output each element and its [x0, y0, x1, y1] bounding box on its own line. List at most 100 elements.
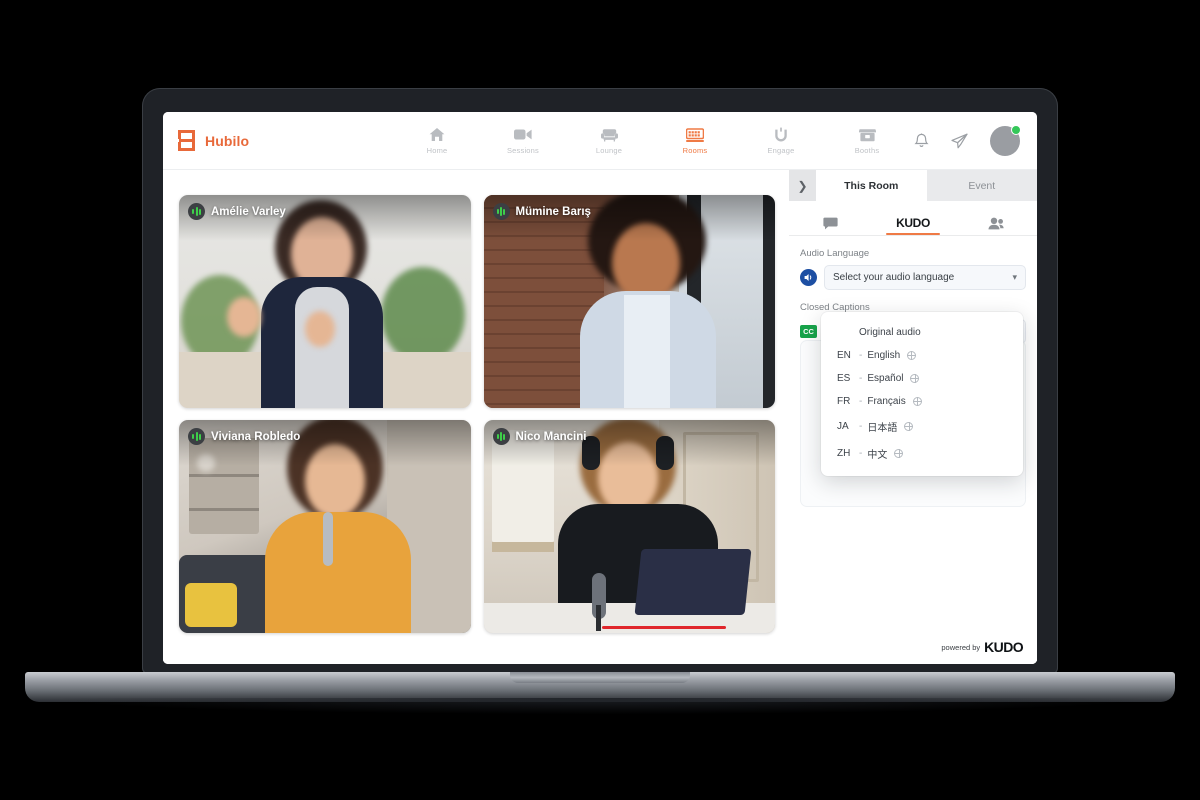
language-name: 日本語 — [867, 423, 898, 434]
side-panel: ❯ This Room Event KUDO Audio Language Se… — [789, 170, 1037, 664]
nav-label-lounge: Lounge — [595, 146, 623, 155]
laptop-base-notch — [510, 672, 690, 683]
video-stage: Amélie Varley Mümine Barış Viviana Roble… — [163, 170, 789, 664]
chevron-down-icon: ▾ — [1012, 272, 1017, 282]
participants-icon — [988, 217, 1004, 230]
globe-icon — [904, 422, 914, 431]
nav-label-sessions: Sessions — [506, 146, 540, 155]
avatar[interactable] — [990, 124, 1021, 156]
globe-icon — [907, 351, 917, 360]
kudo-logo-text: KUDO — [896, 216, 930, 230]
video-tile[interactable]: Amélie Varley — [179, 195, 471, 408]
tile-name-badge: Amélie Varley — [188, 203, 286, 220]
language-dash: - — [859, 373, 863, 384]
bell-icon[interactable] — [914, 133, 929, 149]
nav-item-rooms[interactable]: Rooms — [672, 126, 718, 155]
video-tile[interactable]: Viviana Robledo — [179, 420, 471, 633]
laptop-base-shadow — [60, 698, 1140, 714]
language-dash: - — [859, 396, 863, 407]
chevron-right-icon[interactable]: ❯ — [789, 170, 816, 201]
panel-tab-bar: ❯ This Room Event — [789, 170, 1037, 201]
panel-content: Audio Language Select your audio languag… — [789, 236, 1037, 664]
tile-name-badge: Mümine Barış — [492, 203, 591, 220]
language-name: 中文 — [867, 450, 888, 461]
video-tile[interactable]: Mümine Barış — [483, 195, 775, 408]
tab-chat[interactable] — [789, 201, 872, 235]
language-dash: - — [859, 350, 863, 361]
language-option-ja[interactable]: JA - 日本語 — [821, 413, 1023, 440]
language-option-es[interactable]: ES - Español — [821, 367, 1023, 390]
video-tile-grid: Amélie Varley Mümine Barış Viviana Roble… — [179, 195, 775, 633]
language-code: JA — [837, 421, 849, 432]
language-name: Español — [867, 373, 904, 384]
hubilo-logo-icon — [178, 130, 198, 151]
tile-name-badge: Nico Mancini — [492, 428, 587, 445]
powered-by-text: powered by — [941, 642, 981, 652]
app-body: Amélie Varley Mümine Barış Viviana Roble… — [163, 170, 1037, 664]
nav-label-rooms: Rooms — [682, 146, 708, 155]
armchair-icon — [600, 126, 618, 143]
chat-icon — [823, 217, 838, 230]
language-code: FR — [837, 396, 851, 407]
audio-language-value: Select your audio language — [833, 272, 955, 283]
audio-level-icon — [188, 428, 205, 445]
nav-label-home: Home — [426, 146, 448, 155]
language-option-en[interactable]: EN - English — [821, 344, 1023, 367]
panel-icon-tab-bar: KUDO — [789, 201, 1037, 236]
audio-language-select[interactable]: Select your audio language ▾ — [824, 265, 1026, 290]
nav-item-booths[interactable]: Booths — [844, 126, 890, 155]
participant-name: Viviana Robledo — [211, 430, 301, 443]
globe-icon — [910, 374, 920, 383]
home-icon — [429, 126, 445, 143]
rooms-grid-icon — [686, 126, 704, 143]
magnet-icon — [774, 126, 788, 143]
tab-participants[interactable] — [954, 201, 1037, 235]
top-navigation-bar: Hubilo Home Sessions Lounge Rooms Engage… — [163, 112, 1037, 170]
language-code: EN — [837, 350, 851, 361]
nav-label-engage: Engage — [767, 146, 795, 155]
booth-icon — [858, 126, 876, 143]
language-name: Original audio — [859, 327, 921, 338]
nav-item-engage[interactable]: Engage — [758, 126, 804, 155]
kudo-logo-text: KUDO — [984, 639, 1023, 655]
language-dash: - — [859, 421, 863, 432]
globe-icon — [912, 397, 922, 406]
audio-language-dropdown[interactable]: Original audio EN - English ES - Español — [821, 312, 1023, 476]
audio-language-label: Audio Language — [800, 248, 870, 259]
audio-level-icon — [492, 428, 510, 445]
language-option-fr[interactable]: FR - Français — [821, 390, 1023, 413]
status-badge: CC — [800, 325, 817, 338]
video-camera-icon — [514, 126, 532, 143]
participant-name: Amélie Varley — [211, 205, 286, 218]
main-navigation: Home Sessions Lounge Rooms Engage Booths — [414, 126, 890, 155]
speaker-icon — [800, 269, 817, 286]
tab-event[interactable]: Event — [927, 170, 1038, 201]
panel-footer: powered by KUDO — [789, 630, 1037, 664]
brand-name: Hubilo — [205, 132, 250, 149]
audio-level-icon — [492, 203, 510, 220]
nav-item-lounge[interactable]: Lounge — [586, 126, 632, 155]
video-tile[interactable]: Nico Mancini — [483, 420, 775, 633]
globe-icon — [894, 449, 904, 458]
online-status-dot — [1011, 124, 1021, 135]
language-dash: - — [859, 448, 863, 459]
participant-name: Nico Mancini — [515, 430, 587, 443]
language-code: ES — [837, 373, 851, 384]
tile-name-badge: Viviana Robledo — [188, 428, 300, 445]
laptop-mockup: Hubilo Home Sessions Lounge Rooms Engage… — [0, 0, 1200, 800]
nav-item-sessions[interactable]: Sessions — [500, 126, 546, 155]
tab-this-room[interactable]: This Room — [816, 170, 927, 201]
nav-label-booths: Booths — [854, 146, 880, 155]
audio-language-row: Select your audio language ▾ — [800, 265, 1026, 290]
language-name: English — [867, 350, 901, 361]
tab-kudo[interactable]: KUDO — [872, 201, 955, 235]
nav-item-home[interactable]: Home — [414, 126, 460, 155]
app-screen: Hubilo Home Sessions Lounge Rooms Engage… — [163, 112, 1037, 664]
brand-logo[interactable]: Hubilo — [178, 130, 378, 151]
language-option-zh[interactable]: ZH - 中文 — [821, 440, 1023, 467]
language-option-original[interactable]: Original audio — [821, 321, 1023, 344]
audio-level-icon — [188, 203, 205, 220]
participant-name: Mümine Barış — [515, 205, 591, 218]
language-code: ZH — [837, 448, 851, 459]
paper-plane-icon[interactable] — [951, 133, 968, 149]
